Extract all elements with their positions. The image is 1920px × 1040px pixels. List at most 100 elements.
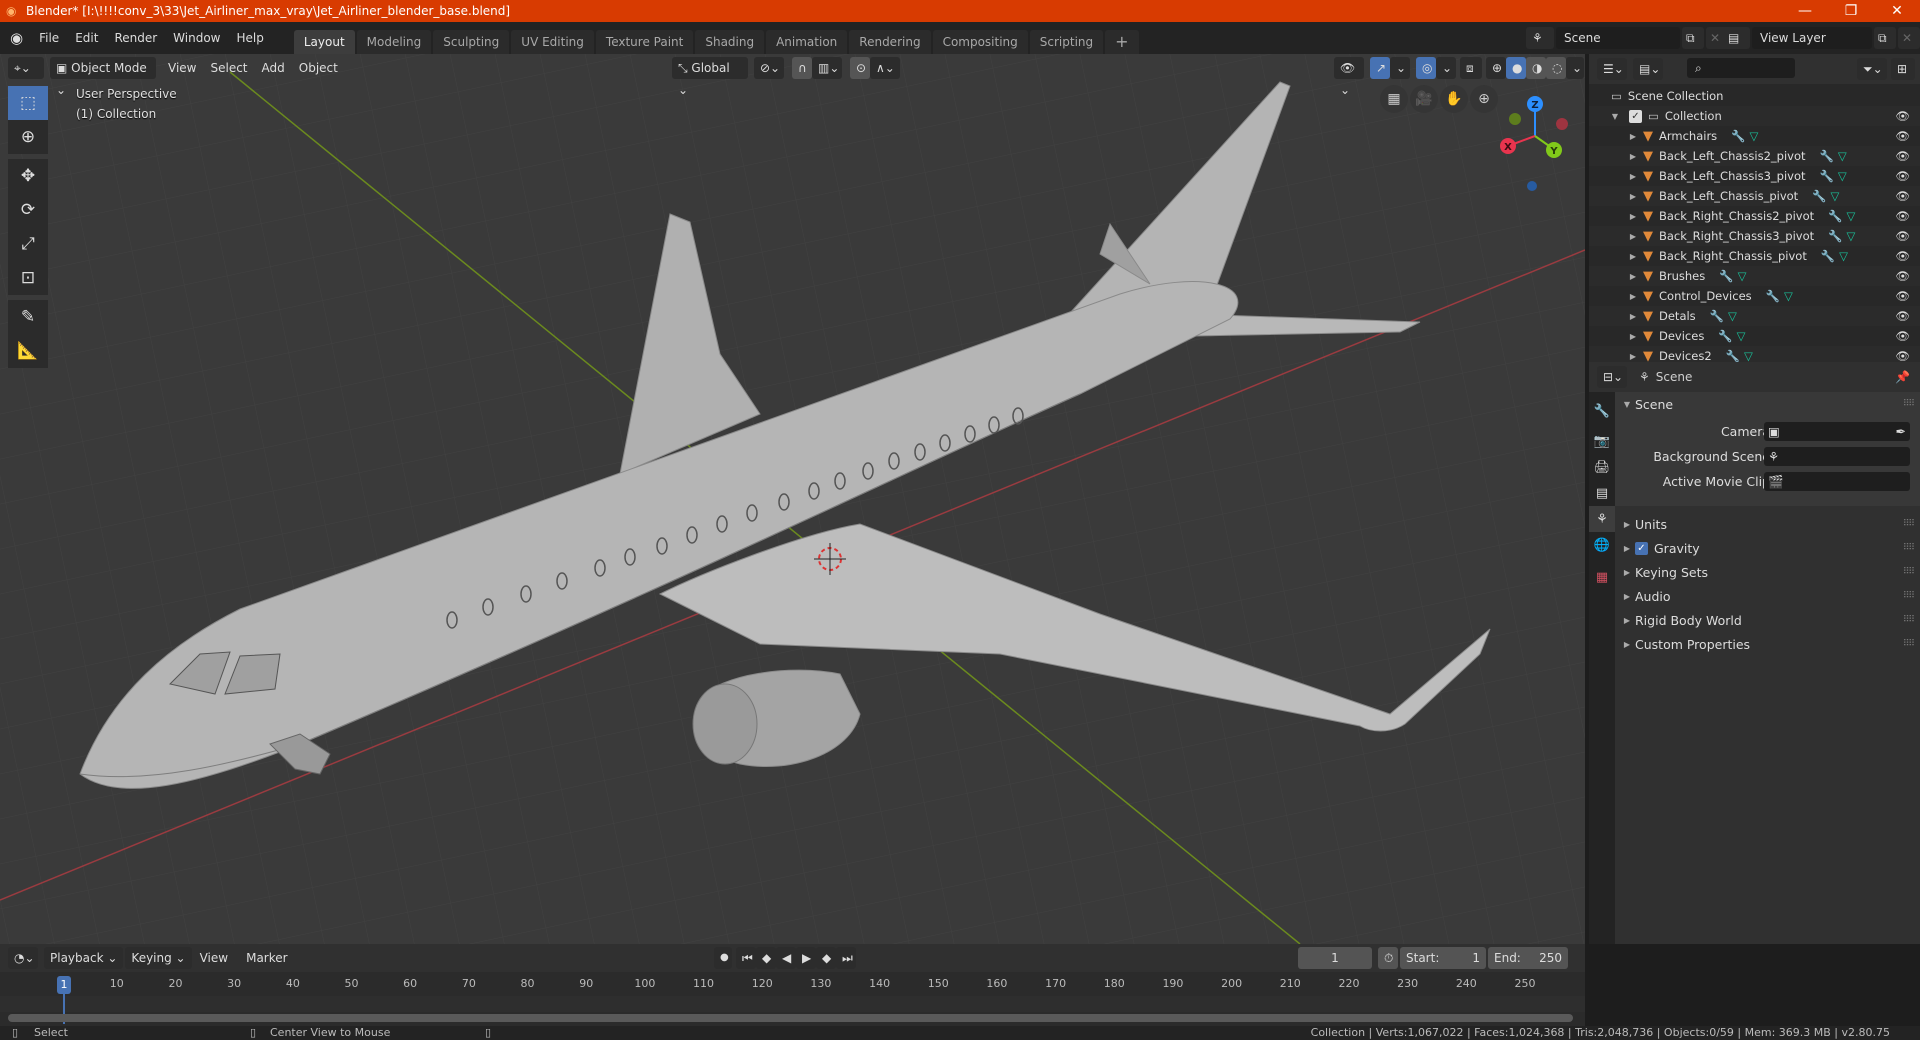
mesh-data-icon[interactable]: ▽ (1728, 309, 1737, 323)
navigation-gizmo[interactable]: Z X Y (1490, 82, 1580, 192)
tab-rendering[interactable]: Rendering (849, 30, 931, 54)
expand-arrow-icon[interactable]: ▶ (1625, 212, 1641, 221)
scene-name-field[interactable]: Scene (1556, 27, 1680, 49)
menu-select[interactable]: Select (204, 57, 253, 79)
play-button[interactable]: ▶ (796, 947, 816, 969)
tab-modeling[interactable]: Modeling (356, 30, 432, 54)
gizmo-dropdown-icon[interactable]: ⌄ (1390, 57, 1410, 79)
overlays-toggle-icon[interactable]: ◎ (1416, 57, 1436, 79)
jump-end-button[interactable]: ⏭ (836, 947, 856, 969)
delete-view-layer-icon[interactable]: ✕ (1898, 27, 1920, 49)
blender-menu-icon[interactable]: ◉ (0, 22, 31, 54)
tab-uv-editing[interactable]: UV Editing (511, 30, 594, 54)
pin-icon[interactable]: 📌 (1895, 370, 1910, 384)
modifier-wrench-icon[interactable]: 🔧 (1821, 249, 1835, 263)
mesh-data-icon[interactable]: ▽ (1737, 329, 1746, 343)
eye-icon[interactable]: 👁 (1895, 129, 1910, 143)
cursor-tool-icon[interactable]: ⊕ (8, 120, 48, 154)
wireframe-shading-icon[interactable]: ⊕ (1486, 57, 1506, 79)
playback-dropdown[interactable]: Playback ⌄ (44, 947, 124, 969)
expand-arrow-icon[interactable]: ▶ (1625, 272, 1641, 281)
timeline-scrollbar[interactable] (8, 1014, 1573, 1022)
subpanel-units[interactable]: ▶ Units ⠿⠿ (1615, 512, 1920, 536)
subpanel-rigid-body-world[interactable]: ▶ Rigid Body World ⠿⠿ (1615, 608, 1920, 632)
expand-arrow-icon[interactable]: ▶ (1625, 352, 1641, 361)
solid-shading-icon[interactable]: ● (1506, 57, 1526, 79)
background-scene-field[interactable]: ⚘ (1764, 446, 1910, 466)
annotate-tool-icon[interactable]: ✎ (8, 300, 48, 334)
expand-arrow-icon[interactable]: ▶ (1625, 232, 1641, 241)
expand-arrow-icon[interactable]: ▶ (1625, 132, 1641, 141)
eye-icon[interactable]: 👁 (1895, 209, 1910, 223)
tab-shading[interactable]: Shading (695, 30, 765, 54)
play-reverse-button[interactable]: ◀ (776, 947, 796, 969)
mesh-data-icon[interactable]: ▽ (1846, 229, 1855, 243)
outliner-item[interactable]: ▶ ▼ Back_Right_Chassis2_pivot 🔧 ▽ 👁 (1589, 206, 1920, 226)
camera-view-icon[interactable]: 🎥 (1410, 85, 1438, 113)
eye-icon[interactable]: 👁 (1895, 169, 1910, 183)
properties-editor-type-icon[interactable]: ⊟⌄ (1597, 366, 1627, 388)
timeline-editor-type-icon[interactable]: ◔⌄ (8, 947, 38, 969)
tab-layout[interactable]: Layout (293, 30, 355, 54)
render-tab-icon[interactable]: 📷 (1589, 428, 1615, 454)
pan-view-icon[interactable]: ✋ (1440, 85, 1468, 113)
start-frame-field[interactable]: Start: 1 (1400, 947, 1486, 969)
tab-animation[interactable]: Animation (766, 30, 848, 54)
outliner-item[interactable]: ▶ ▼ Devices 🔧 ▽ 👁 (1589, 326, 1920, 346)
modifier-wrench-icon[interactable]: 🔧 (1766, 289, 1780, 303)
filter-icon[interactable]: ⏷⌄ (1857, 58, 1887, 80)
mesh-data-icon[interactable]: ▽ (1839, 249, 1848, 263)
tab-scripting[interactable]: Scripting (1029, 30, 1104, 54)
neg-z-axis-dot[interactable] (1527, 181, 1537, 191)
tab-sculpting[interactable]: Sculpting (433, 30, 510, 54)
expand-arrow-icon[interactable]: ▶ (1625, 332, 1641, 341)
drag-handle-icon[interactable]: ⠿⠿ (1903, 519, 1915, 529)
3d-viewport[interactable]: ⌖⌄ ▣ Object Mode ⌄ View Select Add Objec… (0, 54, 1585, 944)
drag-handle-icon[interactable]: ⠿⠿ (1903, 567, 1915, 577)
outliner-item[interactable]: ▶ ▼ Armchairs 🔧 ▽ 👁 (1589, 126, 1920, 146)
drag-handle-icon[interactable]: ⠿⠿ (1903, 639, 1915, 649)
xray-toggle-icon[interactable]: ⧈ (1460, 57, 1482, 79)
mesh-data-icon[interactable]: ▽ (1744, 349, 1753, 363)
menu-help[interactable]: Help (229, 22, 272, 54)
texture-tab-icon[interactable]: ▦ (1589, 564, 1615, 590)
scene-browse-icon[interactable]: ⚘ (1526, 27, 1554, 49)
drag-handle-icon[interactable]: ⠿⠿ (1903, 591, 1915, 601)
expand-arrow-icon[interactable]: ▼ (1607, 112, 1623, 121)
eye-icon[interactable]: 👁 (1895, 229, 1910, 243)
expand-arrow-icon[interactable]: ▶ (1625, 292, 1641, 301)
expand-arrow-icon[interactable]: ▶ (1625, 152, 1641, 161)
subpanel-gravity[interactable]: ▶ ✓ Gravity ⠿⠿ (1615, 536, 1920, 560)
modifier-wrench-icon[interactable]: 🔧 (1710, 309, 1724, 323)
mesh-data-icon[interactable]: ▽ (1784, 289, 1793, 303)
scene-panel-header[interactable]: ▼ Scene ⠿⠿ (1615, 392, 1920, 416)
output-tab-icon[interactable]: 🖨 (1589, 454, 1615, 480)
neg-x-axis-dot[interactable] (1556, 118, 1568, 130)
menu-add[interactable]: Add (256, 57, 291, 79)
outliner-search-input[interactable]: ⌕ (1687, 58, 1795, 78)
eye-icon[interactable]: 👁 (1895, 329, 1910, 343)
overlays-dropdown-icon[interactable]: ⌄ (1436, 57, 1456, 79)
transform-orientation-dropdown[interactable]: ⤡ Global ⌄ (672, 57, 748, 97)
pivot-point-icon[interactable]: ⊘⌄ (754, 57, 784, 79)
modifier-wrench-icon[interactable]: 🔧 (1828, 209, 1842, 223)
view-layer-name-field[interactable]: View Layer (1752, 27, 1872, 49)
collection-checkbox[interactable]: ✓ (1629, 109, 1642, 123)
scene-tab-icon[interactable]: ⚘ (1589, 506, 1615, 532)
drag-handle-icon[interactable]: ⠿⠿ (1903, 543, 1915, 553)
subpanel-custom-properties[interactable]: ▶ Custom Properties ⠿⠿ (1615, 632, 1920, 656)
tool-tab-icon[interactable]: 🔧 (1589, 398, 1615, 424)
modifier-wrench-icon[interactable]: 🔧 (1719, 269, 1733, 283)
end-frame-field[interactable]: End: 250 (1488, 947, 1568, 969)
eye-icon[interactable]: 👁 (1895, 189, 1910, 203)
drag-handle-icon[interactable]: ⠿⠿ (1903, 615, 1915, 625)
eye-icon[interactable]: 👁 (1895, 349, 1910, 363)
eye-icon[interactable]: 👁 (1895, 149, 1910, 163)
menu-edit[interactable]: Edit (67, 22, 106, 54)
transform-tool-icon[interactable]: ⊡ (8, 261, 48, 295)
keyframe-area[interactable] (0, 996, 1585, 1012)
minimize-button[interactable]: — (1782, 0, 1828, 22)
expand-arrow-icon[interactable]: ▶ (1625, 312, 1641, 321)
outliner-item[interactable]: ▶ ▼ Back_Right_Chassis_pivot 🔧 ▽ 👁 (1589, 246, 1920, 266)
rotate-tool-icon[interactable]: ⟳ (8, 193, 48, 227)
